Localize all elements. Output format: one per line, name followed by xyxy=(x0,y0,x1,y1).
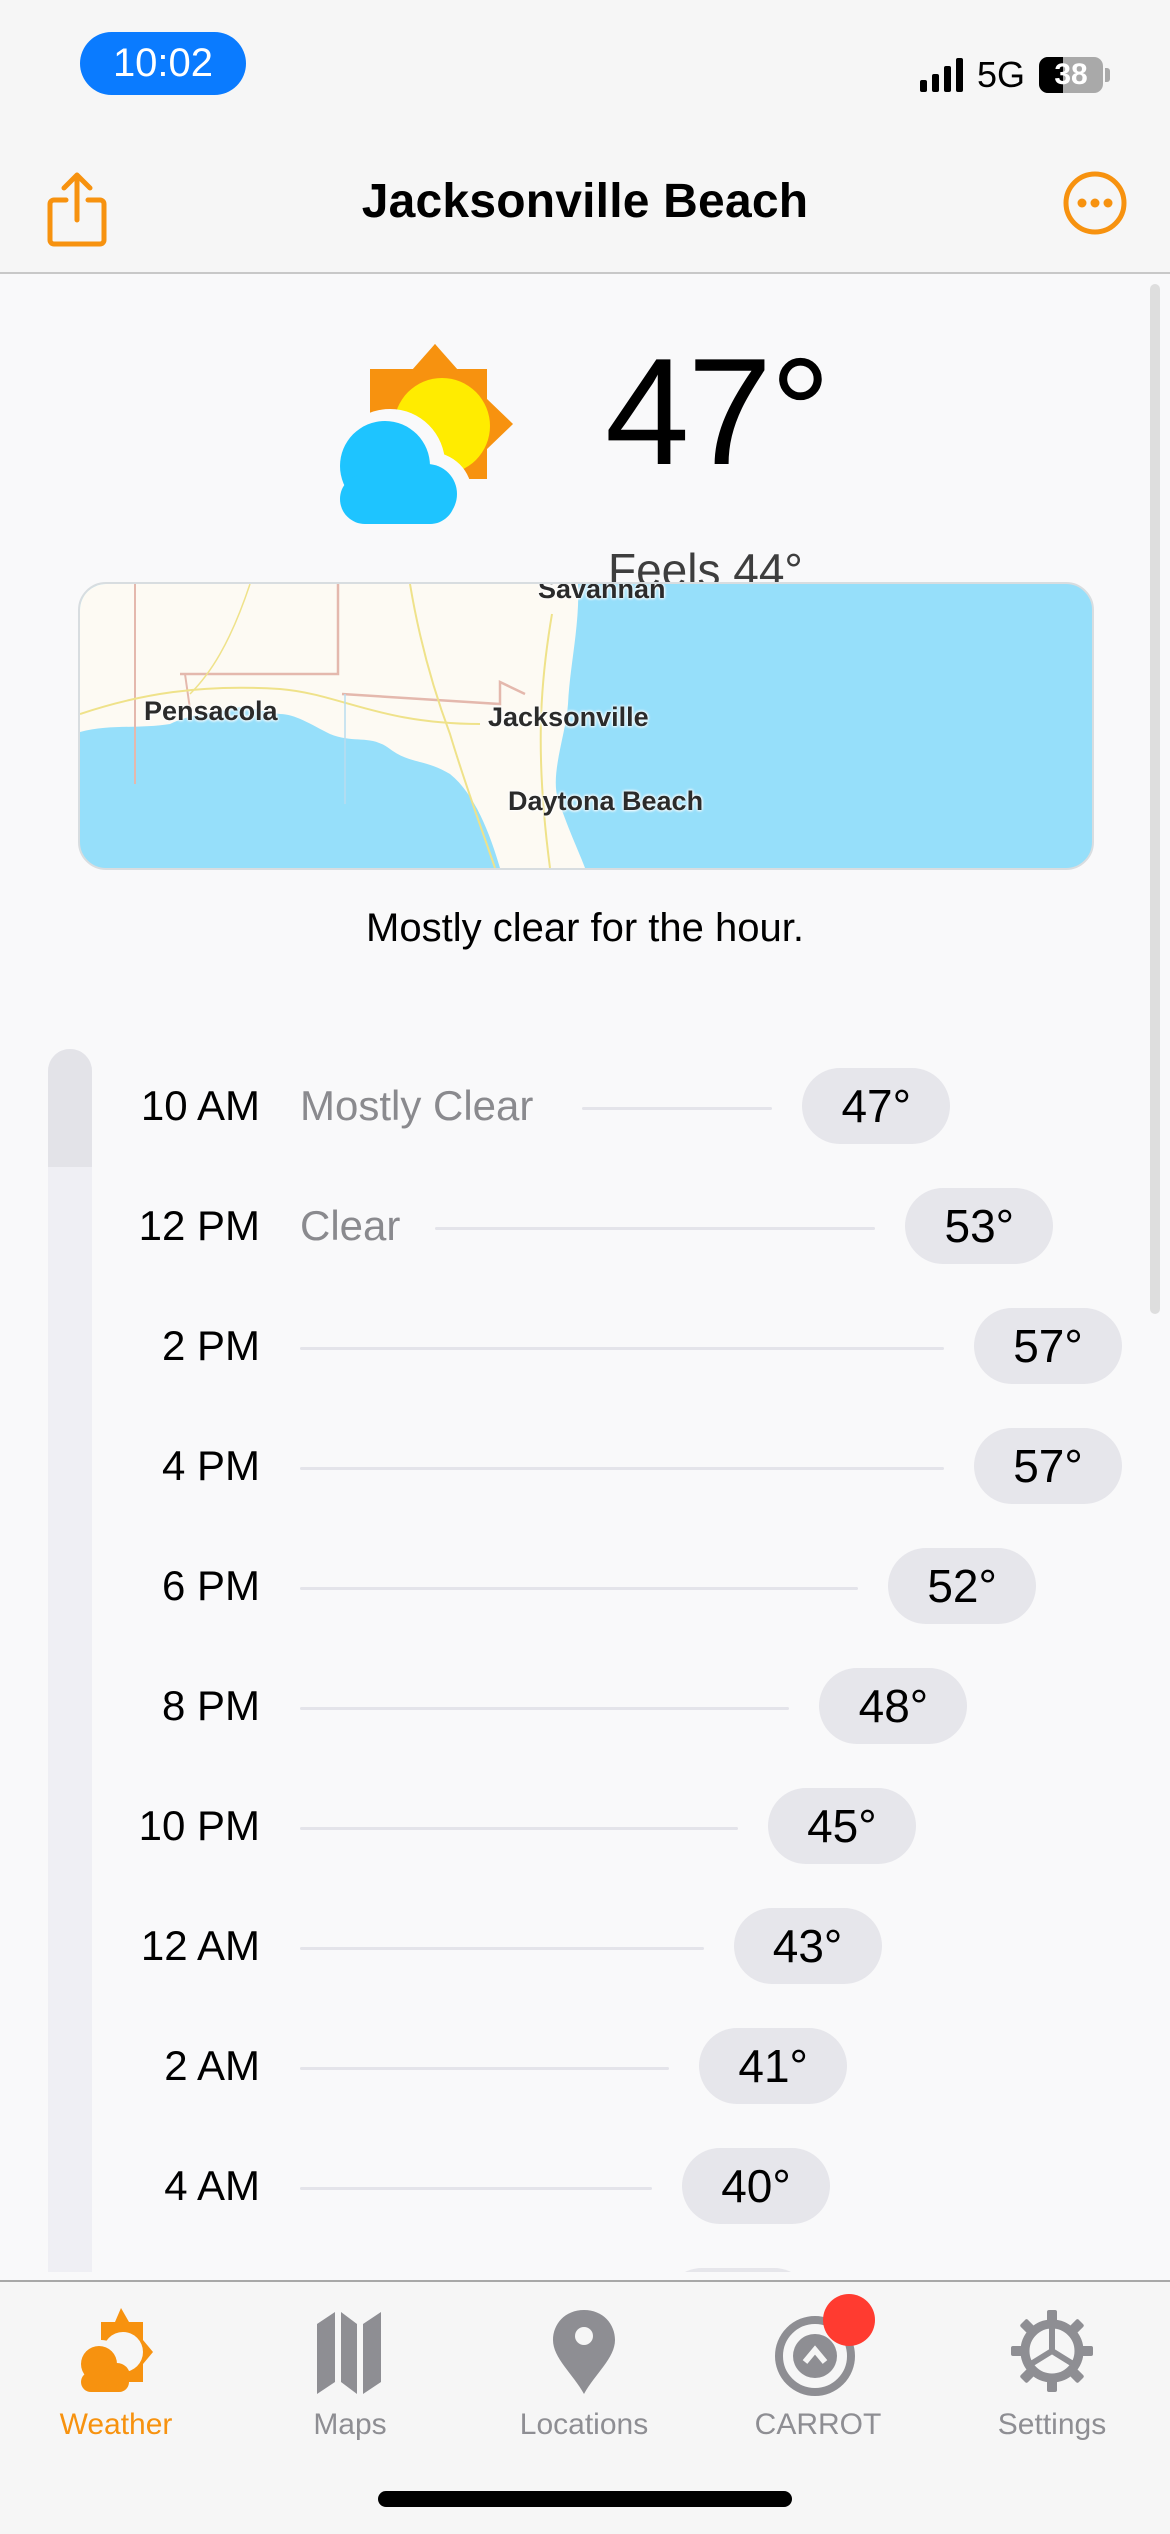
minute-forecast-summary: Mostly clear for the hour. xyxy=(366,906,804,950)
tab-settings-label: Settings xyxy=(997,2408,1107,2441)
page-title: Jacksonville Beach xyxy=(361,175,809,228)
ellipsis-circle-icon xyxy=(1063,171,1127,235)
hourly-row[interactable]: 12 PM Clear 53° xyxy=(0,1188,1170,1268)
notification-badge xyxy=(823,2294,875,2346)
map-label-pensacola: Pensacola xyxy=(144,696,278,726)
hour-time: 12 AM xyxy=(140,1922,260,1969)
tab-locations-label: Locations xyxy=(519,2408,649,2441)
hour-condition: Mostly Clear xyxy=(300,1082,534,1129)
status-time[interactable]: 10:02 xyxy=(80,32,246,95)
battery-level: 38 xyxy=(1054,58,1088,91)
map-icon xyxy=(305,2306,395,2396)
vertical-scrollbar[interactable] xyxy=(1150,284,1160,1314)
hour-time: 6 PM xyxy=(161,1562,260,1609)
hour-time: 2 AM xyxy=(164,2042,260,2089)
status-bar: 10:02 5G 38 xyxy=(0,0,1170,140)
more-options-button[interactable] xyxy=(1060,168,1130,238)
hourly-row[interactable]: 12 AM 43° xyxy=(0,1908,1170,1988)
temperature-bar xyxy=(300,1947,704,1950)
temperature-bar xyxy=(300,1467,944,1470)
hour-time: 4 AM xyxy=(164,2162,260,2209)
current-temperature: 47° xyxy=(605,327,831,497)
tab-locations[interactable]: Locations xyxy=(484,2306,684,2456)
tab-carrot-label: CARROT xyxy=(754,2408,882,2441)
carrot-icon xyxy=(773,2294,875,2396)
map-label-daytona-beach: Daytona Beach xyxy=(508,786,704,816)
temperature-bar xyxy=(300,1707,790,1710)
hourly-row[interactable]: 4 PM 57° xyxy=(0,1428,1170,1508)
temperature-bar xyxy=(300,2187,652,2190)
hour-temperature: 57° xyxy=(974,1428,1122,1504)
cellular-signal-icon xyxy=(919,58,963,92)
forecast-scroll-view[interactable]: 47° Feels 44° Savannah Pensacola Jackson… xyxy=(0,274,1170,2272)
tab-maps-label: Maps xyxy=(313,2408,387,2441)
navigation-bar: Jacksonville Beach xyxy=(0,140,1170,274)
hour-time: 12 PM xyxy=(138,1202,260,1249)
hour-temperature: 48° xyxy=(819,1668,968,1744)
location-pin-icon xyxy=(539,2306,629,2396)
hour-temperature: 53° xyxy=(905,1188,1054,1264)
temperature-bar xyxy=(582,1107,773,1110)
current-conditions: 47° Feels 44° xyxy=(330,332,850,596)
hourly-row[interactable]: 2 PM 57° xyxy=(0,1308,1170,1388)
battery-icon: 38 xyxy=(1039,57,1103,93)
hour-temperature: 43° xyxy=(733,1908,882,1984)
map-label-savannah: Savannah xyxy=(538,582,666,604)
temperature-bar xyxy=(300,1347,944,1350)
temperature-bar xyxy=(435,1227,876,1230)
hour-temperature: 47° xyxy=(802,1068,951,1144)
hour-time: 4 PM xyxy=(161,1442,260,1489)
hour-temperature-partial xyxy=(664,2268,812,2272)
tab-maps[interactable]: Maps xyxy=(250,2306,450,2456)
hourly-row[interactable]: 4 AM 40° xyxy=(0,2148,1170,2228)
hour-temperature: 41° xyxy=(699,2028,848,2104)
hour-temperature: 40° xyxy=(682,2148,830,2224)
hourly-row[interactable]: 10 AM Mostly Clear 47° xyxy=(0,1068,1170,1148)
hour-temperature: 52° xyxy=(888,1548,1037,1624)
tab-weather-label: Weather xyxy=(59,2408,173,2441)
network-type: 5G xyxy=(976,54,1025,95)
hourly-row[interactable]: 6 PM 52° xyxy=(0,1548,1170,1628)
gear-icon xyxy=(1007,2306,1097,2396)
temperature-bar xyxy=(300,1587,859,1590)
tab-weather[interactable]: Weather xyxy=(16,2306,216,2456)
hour-condition: Clear xyxy=(300,1202,401,1249)
battery-cap xyxy=(1105,68,1110,82)
temperature-bar xyxy=(300,1827,738,1830)
tab-settings[interactable]: Settings xyxy=(952,2306,1152,2456)
partly-cloudy-icon xyxy=(335,344,513,536)
hour-temperature: 57° xyxy=(974,1308,1122,1384)
tab-carrot[interactable]: CARROT xyxy=(718,2294,918,2456)
hour-temperature: 45° xyxy=(767,1788,916,1864)
hour-time: 10 AM xyxy=(140,1082,260,1129)
hourly-row[interactable]: 8 PM 48° xyxy=(0,1668,1170,1748)
status-indicators: 5G 38 xyxy=(919,52,1110,98)
hourly-row[interactable]: 2 AM 41° xyxy=(0,2028,1170,2108)
weather-icon xyxy=(71,2306,161,2396)
temperature-bar xyxy=(300,2067,670,2070)
map-label-jacksonville: Jacksonville xyxy=(488,702,649,732)
hour-time: 10 PM xyxy=(138,1802,260,1849)
home-indicator[interactable] xyxy=(378,2491,792,2507)
hour-time: 8 PM xyxy=(161,1682,260,1729)
hourly-row[interactable]: 10 PM 45° xyxy=(0,1788,1170,1868)
hour-time: 2 PM xyxy=(161,1322,260,1369)
radar-map[interactable]: Savannah Pensacola Jacksonville Daytona … xyxy=(78,582,1094,870)
